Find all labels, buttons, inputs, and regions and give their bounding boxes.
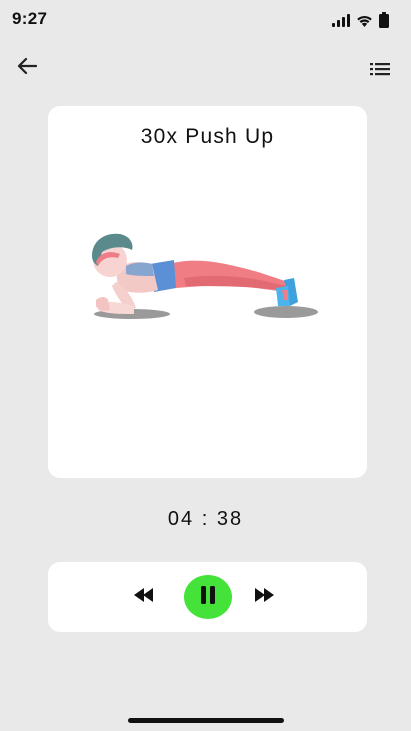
player-controls xyxy=(48,562,367,632)
rewind-icon xyxy=(134,587,154,607)
status-time: 9:27 xyxy=(12,9,48,28)
status-bar: 9:27 xyxy=(0,0,411,40)
exercise-title: 30x Push Up xyxy=(140,125,275,148)
top-bar xyxy=(0,48,411,88)
list-icon xyxy=(370,62,390,81)
pause-icon xyxy=(200,585,216,609)
fast-forward-button[interactable] xyxy=(252,587,276,607)
fast-forward-icon xyxy=(254,587,274,607)
status-icons xyxy=(332,12,389,28)
pause-button[interactable] xyxy=(184,575,232,619)
signal-icon xyxy=(332,13,350,27)
battery-icon xyxy=(379,12,389,28)
back-button[interactable] xyxy=(12,53,42,83)
rewind-button[interactable] xyxy=(132,587,156,607)
menu-button[interactable] xyxy=(367,58,393,84)
exercise-card: 30x Push Up xyxy=(48,106,367,478)
exercise-timer: 04 : 38 xyxy=(167,508,244,530)
arrow-back-icon xyxy=(17,57,38,80)
wifi-icon xyxy=(356,14,373,27)
plank-illustration xyxy=(88,230,328,326)
home-indicator[interactable] xyxy=(128,718,284,723)
